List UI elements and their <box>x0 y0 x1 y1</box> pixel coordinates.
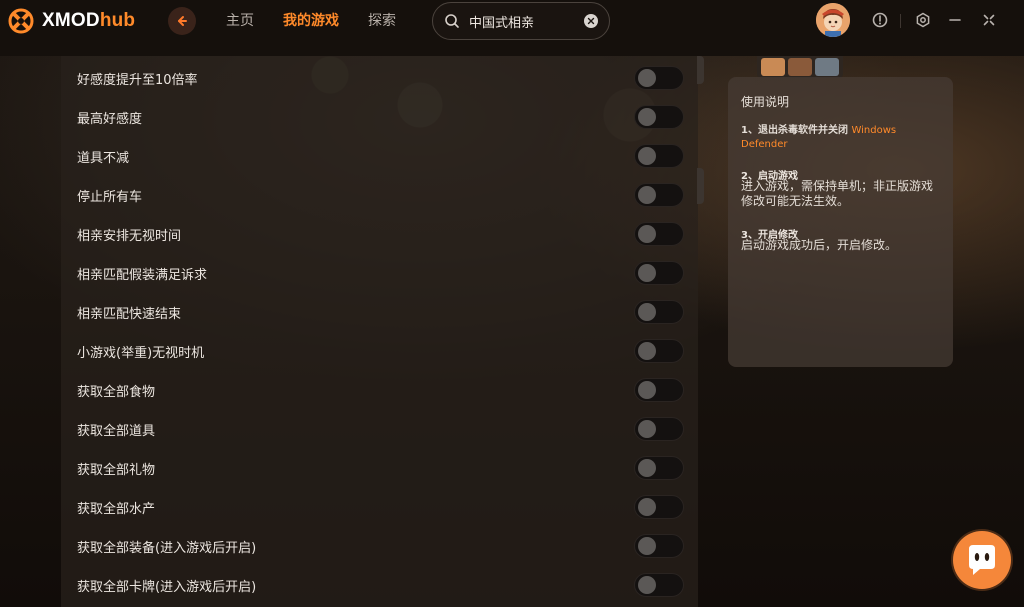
toggle-knob <box>638 537 656 555</box>
panel-edge-tab <box>697 56 704 84</box>
avatar[interactable] <box>816 3 850 37</box>
toggle-knob <box>638 303 656 321</box>
alert-icon <box>872 12 888 28</box>
nav-my-games[interactable]: 我的游戏 <box>283 10 339 32</box>
usage-instructions-panel: 使用说明 1、退出杀毒软件并关闭 Windows Defender 2、启动游戏… <box>728 77 953 367</box>
option-toggle[interactable] <box>634 222 684 246</box>
minimize-button[interactable] <box>946 11 964 29</box>
option-toggle[interactable] <box>634 105 684 129</box>
toggle-knob <box>638 147 656 165</box>
toggle-knob <box>638 381 656 399</box>
option-label: 获取全部食物 <box>77 385 156 400</box>
option-toggle[interactable] <box>634 300 684 324</box>
app-window: XMODhub 主页 我的游戏 探索 中国式相亲 好感度提升至10倍率 最高好感… <box>0 0 1024 607</box>
option-row: 道具不减 <box>61 136 698 175</box>
top-bar: XMODhub 主页 我的游戏 探索 <box>0 0 1024 56</box>
close-circle-icon <box>587 17 595 25</box>
option-toggle[interactable] <box>634 378 684 402</box>
toggle-knob <box>638 69 656 87</box>
option-row: 相亲安排无视时间 <box>61 214 698 253</box>
search-box[interactable] <box>432 2 610 40</box>
option-label: 获取全部礼物 <box>77 463 156 478</box>
toggle-knob <box>638 186 656 204</box>
option-row: 停止所有车 <box>61 175 698 214</box>
toggle-knob <box>638 225 656 243</box>
option-label: 相亲安排无视时间 <box>77 229 182 244</box>
option-label: 停止所有车 <box>77 190 143 205</box>
option-toggle[interactable] <box>634 573 684 597</box>
toggle-knob <box>638 459 656 477</box>
option-row: 获取全部食物 <box>61 370 698 409</box>
option-toggle[interactable] <box>634 339 684 363</box>
toggle-knob <box>638 264 656 282</box>
option-toggle[interactable] <box>634 261 684 285</box>
option-label: 获取全部道具 <box>77 424 156 439</box>
option-row: 获取全部装备(进入游戏后开启) <box>61 526 698 565</box>
close-icon <box>983 14 995 26</box>
help-step-3-text: 启动游戏成功后，开启修改。 <box>741 238 898 252</box>
clear-search-button[interactable] <box>584 14 598 28</box>
help-step-1: 1、退出杀毒软件并关闭 Windows Defender <box>741 124 931 152</box>
option-row: 相亲匹配假装满足诉求 <box>61 253 698 292</box>
settings-icon <box>916 12 930 28</box>
option-toggle[interactable] <box>634 456 684 480</box>
game-thumbnails <box>757 56 843 78</box>
option-toggle[interactable] <box>634 417 684 441</box>
xmod-logo-icon <box>8 8 34 34</box>
option-label: 相亲匹配快速结束 <box>77 307 182 322</box>
cheat-options-panel: 好感度提升至10倍率 最高好感度 道具不减 停止所有车 相亲安排无视时间 相亲匹… <box>61 56 698 607</box>
close-window-button[interactable] <box>980 11 998 29</box>
chat-bot-icon <box>969 545 995 575</box>
header-divider <box>900 14 901 28</box>
thumbnail-image <box>815 58 839 76</box>
back-button[interactable] <box>168 7 196 35</box>
panel-edge-tab <box>697 168 704 204</box>
option-toggle[interactable] <box>634 495 684 519</box>
option-row: 最高好感度 <box>61 97 698 136</box>
option-label: 好感度提升至10倍率 <box>77 73 198 88</box>
minimize-icon <box>949 19 961 21</box>
option-label: 道具不减 <box>77 151 130 166</box>
option-row: 好感度提升至10倍率 <box>61 58 698 97</box>
user-avatar-icon <box>816 3 850 37</box>
search-icon <box>445 14 459 28</box>
search-input[interactable] <box>469 10 579 32</box>
option-label: 获取全部装备(进入游戏后开启) <box>77 541 257 556</box>
arrow-left-icon <box>178 16 187 26</box>
toggle-knob <box>638 342 656 360</box>
option-toggle[interactable] <box>634 183 684 207</box>
toggle-knob <box>638 108 656 126</box>
thumbnail-image <box>761 58 785 76</box>
option-row: 获取全部卡牌(进入游戏后开启) <box>61 565 698 604</box>
nav-home[interactable]: 主页 <box>226 10 254 32</box>
option-label: 最高好感度 <box>77 112 143 127</box>
option-row: 相亲匹配快速结束 <box>61 292 698 331</box>
option-row: 获取全部道具 <box>61 409 698 448</box>
settings-button[interactable] <box>914 11 932 29</box>
help-step-2-text: 进入游戏，需保持单机；非正版游戏修改可能无法生效。 <box>741 179 934 208</box>
toggle-knob <box>638 576 656 594</box>
toggle-knob <box>638 498 656 516</box>
option-toggle[interactable] <box>634 534 684 558</box>
option-toggle[interactable] <box>634 144 684 168</box>
option-toggle[interactable] <box>634 66 684 90</box>
nav-explore[interactable]: 探索 <box>368 10 396 32</box>
option-label: 获取全部卡牌(进入游戏后开启) <box>77 580 257 595</box>
option-label: 小游戏(举重)无视时机 <box>77 346 205 361</box>
option-label: 相亲匹配假装满足诉求 <box>77 268 208 283</box>
toggle-knob <box>638 420 656 438</box>
option-label: 获取全部水产 <box>77 502 156 517</box>
chat-assistant-button[interactable] <box>953 531 1011 589</box>
help-step-1-text: 1、退出杀毒软件并关闭 <box>741 125 848 136</box>
help-title: 使用说明 <box>741 95 790 109</box>
logo[interactable]: XMODhub <box>8 8 135 34</box>
option-row: 小游戏(举重)无视时机 <box>61 331 698 370</box>
option-row: 获取全部水产 <box>61 487 698 526</box>
option-row: 获取全部礼物 <box>61 448 698 487</box>
notification-button[interactable] <box>871 11 889 29</box>
logo-text: XMODhub <box>42 10 136 31</box>
thumbnail-image <box>788 58 812 76</box>
